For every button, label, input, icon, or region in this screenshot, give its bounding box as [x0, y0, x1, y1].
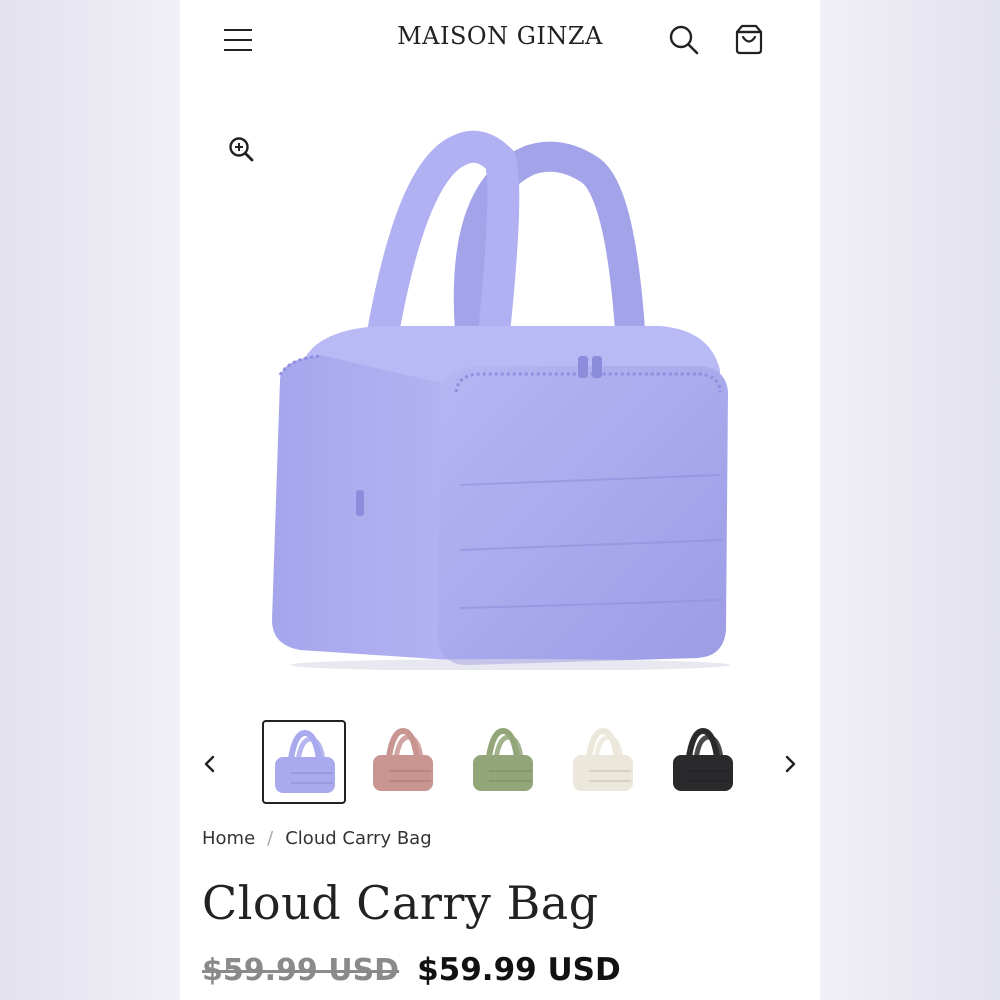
sale-price: $59.99 USD — [417, 952, 621, 988]
thumbnail-bag-image — [473, 727, 533, 791]
breadcrumb-current: Cloud Carry Bag — [285, 828, 432, 849]
thumbnail-carousel — [180, 720, 820, 808]
chevron-right-icon[interactable] — [778, 750, 802, 778]
price-row: $59.99 USD $59.99 USD — [202, 952, 621, 988]
product-main-image[interactable] — [180, 100, 820, 700]
product-title: Cloud Carry Bag — [202, 876, 599, 930]
thumbnail-black[interactable] — [662, 720, 746, 804]
thumbnail-bag-image — [673, 727, 733, 791]
search-icon[interactable] — [668, 24, 700, 56]
thumbnail-bag-image — [373, 727, 433, 791]
bag-illustration — [272, 130, 730, 670]
thumbnail-cream[interactable] — [562, 720, 646, 804]
site-header: MAISON GINZA — [180, 0, 820, 80]
breadcrumb-home-link[interactable]: Home — [202, 828, 255, 849]
chevron-left-icon[interactable] — [198, 750, 222, 778]
thumbnail-bag-image — [573, 727, 633, 791]
brand-logo[interactable]: MAISON GINZA — [180, 22, 820, 50]
thumbnail-lavender[interactable] — [262, 720, 346, 804]
thumbnail-pink[interactable] — [362, 720, 446, 804]
cart-icon[interactable] — [732, 22, 766, 56]
background-right — [820, 0, 1000, 1000]
compare-at-price: $59.99 USD — [202, 953, 400, 988]
breadcrumb: Home / Cloud Carry Bag — [202, 828, 432, 849]
background-left — [0, 0, 180, 1000]
product-page: MAISON GINZA Home / Cloud Carry Bag Clou… — [180, 0, 820, 1000]
thumbnail-green[interactable] — [462, 720, 546, 804]
zoom-in-icon[interactable] — [228, 136, 254, 162]
breadcrumb-separator: / — [267, 828, 274, 849]
thumbnail-bag-image — [275, 729, 335, 793]
